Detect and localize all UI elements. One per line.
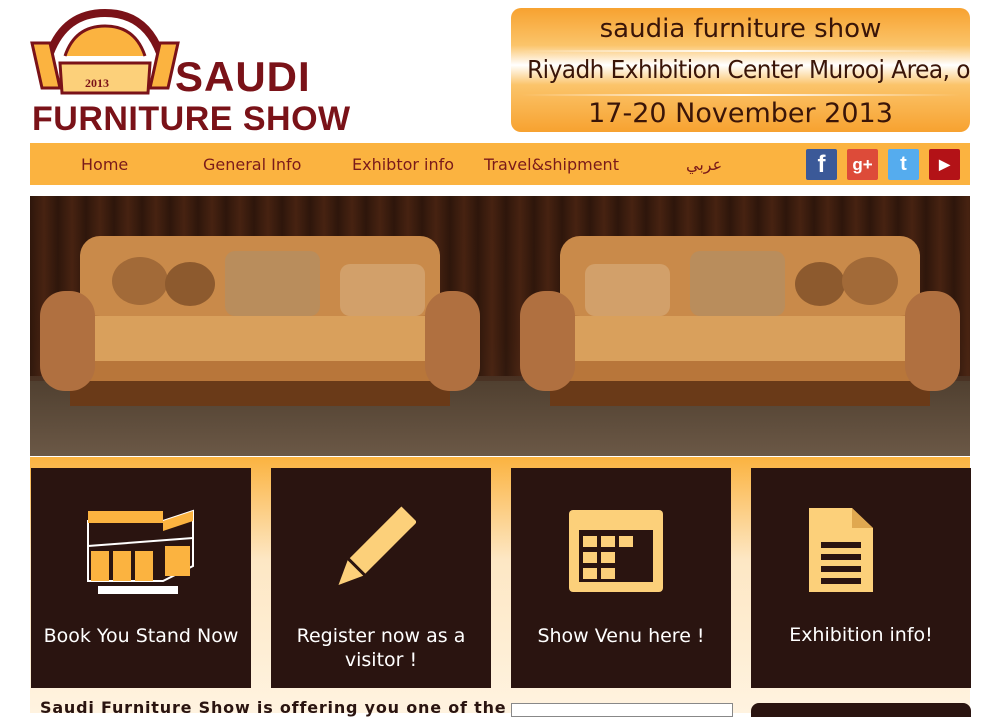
sofa-left (40, 236, 480, 406)
tile-label: Register now as a visitor ! (296, 625, 466, 671)
calendar-icon (569, 510, 663, 592)
nav-arabic[interactable]: عربي (686, 155, 722, 174)
tile-label: Exhibition info! (789, 624, 933, 646)
tile-show-venue[interactable]: Show Venu here ! (511, 468, 731, 688)
nav-general-info[interactable]: General Info (203, 155, 301, 174)
tile-book-stand[interactable]: Book You Stand Now (31, 468, 251, 688)
nav-travel-shipment[interactable]: Travel&shipment (484, 155, 619, 174)
info-box (751, 703, 971, 717)
banner-dates: 17-20 November 2013 (588, 98, 893, 129)
document-icon (809, 508, 873, 592)
banner-venue: Riyadh Exhibition Center Murooj Area, ol… (527, 55, 970, 84)
tile-register-visitor[interactable]: Register now as a visitor ! (271, 468, 491, 688)
facebook-icon[interactable]: f (806, 149, 837, 180)
venue-box (511, 703, 733, 717)
tile-label: Show Venu here ! (537, 625, 705, 647)
sofa-right (520, 236, 960, 406)
intro-text: Saudi Furniture Show is offering you one… (40, 698, 507, 717)
main-nav: Home General Info Exhibtor info Travel&s… (30, 143, 970, 185)
site-logo[interactable]: 2013 SAUDI FURNITURE SHOW (30, 8, 350, 136)
sofa-illustration (40, 236, 960, 406)
logo-year: 2013 (85, 76, 109, 90)
pencil-icon (338, 506, 416, 585)
banner-divider (521, 94, 960, 96)
hero-image (30, 196, 970, 456)
tile-exhibition-info[interactable]: Exhibition info! (751, 468, 971, 688)
nav-exhibitor-info[interactable]: Exhibtor info (352, 155, 454, 174)
banner-title: saudia furniture show (599, 14, 882, 44)
booth-icon (87, 509, 194, 594)
tile-label: Book You Stand Now (43, 625, 239, 647)
google-plus-icon[interactable]: g+ (847, 149, 878, 180)
event-banner: saudia furniture show Riyadh Exhibition … (511, 8, 970, 132)
banner-divider (521, 50, 960, 52)
logo-subtitle: FURNITURE SHOW (32, 100, 351, 138)
youtube-icon[interactable]: ▶ (929, 149, 960, 180)
twitter-icon[interactable]: t (888, 149, 919, 180)
logo-title: SAUDI (175, 53, 311, 100)
nav-home[interactable]: Home (81, 155, 128, 174)
